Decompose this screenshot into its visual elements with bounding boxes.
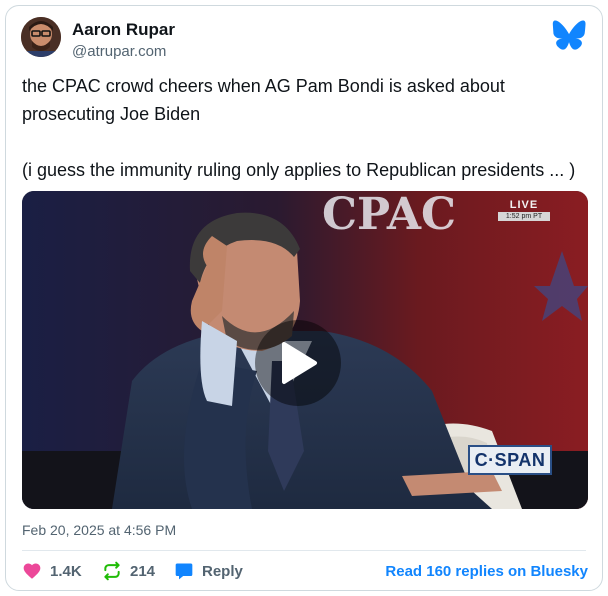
live-label: LIVE bbox=[509, 199, 539, 211]
post-text: the CPAC crowd cheers when AG Pam Bondi … bbox=[22, 76, 576, 180]
live-badge: LIVE 1:52 pm PT bbox=[498, 199, 550, 221]
play-button[interactable] bbox=[255, 320, 341, 406]
divider bbox=[22, 550, 586, 551]
reply-label: Reply bbox=[202, 562, 243, 580]
avatar-image bbox=[21, 17, 61, 57]
avatar[interactable] bbox=[21, 17, 61, 57]
like-count: 1.4K bbox=[50, 562, 82, 580]
live-time: 1:52 pm PT bbox=[498, 212, 550, 221]
bluesky-butterfly-icon[interactable] bbox=[552, 20, 586, 50]
play-icon bbox=[282, 342, 317, 384]
author-name[interactable]: Aaron Rupar bbox=[72, 20, 175, 40]
heart-icon bbox=[23, 563, 41, 579]
post-timestamp[interactable]: Feb 20, 2025 at 4:56 PM bbox=[22, 522, 176, 538]
repost-button[interactable]: 214 bbox=[102, 559, 155, 583]
post-card: Aaron Rupar @atrupar.com the CPAC crowd … bbox=[5, 5, 603, 591]
repost-icon bbox=[104, 561, 120, 581]
reply-button[interactable]: Reply bbox=[174, 559, 243, 583]
author-handle[interactable]: @atrupar.com bbox=[72, 43, 166, 60]
read-replies-link[interactable]: Read 160 replies on Bluesky bbox=[385, 559, 588, 583]
video-player[interactable]: CPAC LIVE 1:52 pm PT C·SPAN bbox=[22, 191, 588, 509]
backdrop-text: CPAC bbox=[322, 191, 456, 240]
action-bar: 1.4K 214 Reply Read 160 replies on Blues… bbox=[22, 559, 588, 583]
reply-bubble-icon bbox=[175, 563, 193, 580]
like-button[interactable]: 1.4K bbox=[22, 559, 82, 583]
network-logo: C·SPAN bbox=[468, 445, 552, 475]
repost-count: 214 bbox=[130, 562, 156, 580]
